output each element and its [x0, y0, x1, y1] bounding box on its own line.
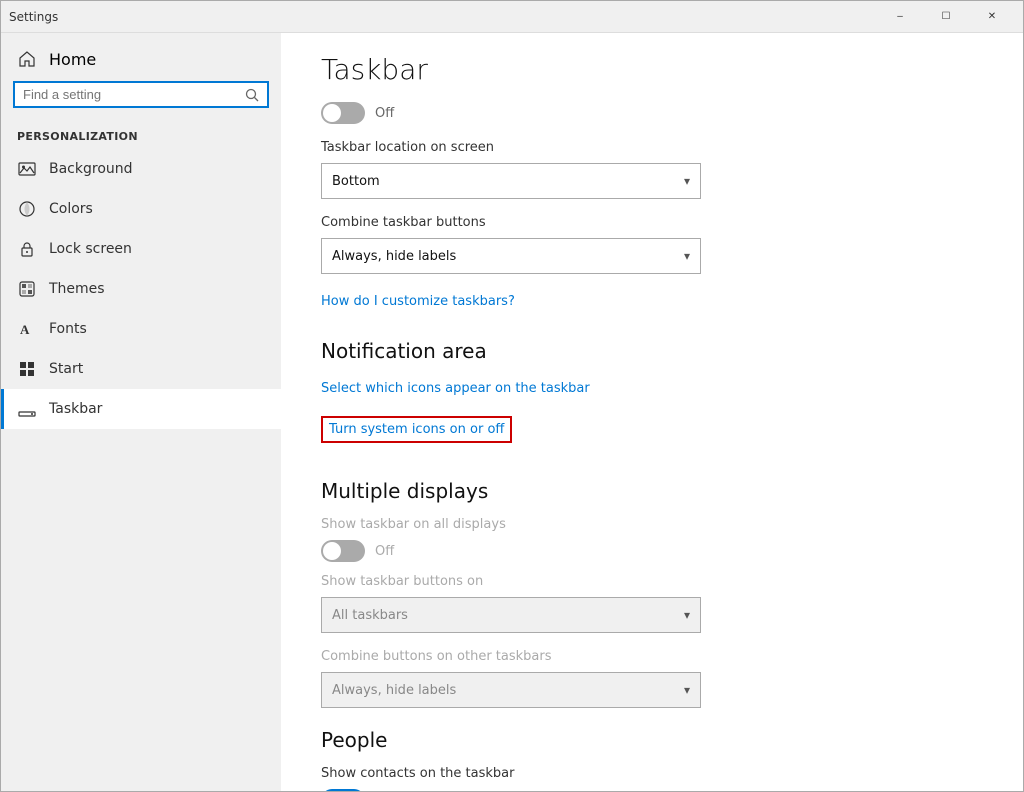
people-heading: People — [321, 728, 983, 752]
sidebar: Home Personalization — [1, 33, 281, 791]
background-label: Background — [49, 161, 133, 177]
taskbar-icon — [17, 399, 37, 419]
lock-icon — [17, 239, 37, 259]
titlebar-title: Settings — [9, 10, 877, 24]
combine-buttons-value: Always, hide labels — [332, 249, 456, 264]
search-icon — [245, 88, 259, 102]
taskbar-label: Taskbar — [49, 401, 102, 417]
home-label: Home — [49, 50, 96, 69]
combine-buttons-label: Combine taskbar buttons — [321, 215, 983, 230]
show-contacts-label: Show contacts on the taskbar — [321, 766, 983, 781]
show-taskbar-buttons-value: All taskbars — [332, 608, 408, 623]
minimize-button[interactable]: – — [877, 1, 923, 33]
notification-area-heading: Notification area — [321, 339, 983, 363]
sidebar-item-lock-screen[interactable]: Lock screen — [1, 229, 281, 269]
sidebar-home[interactable]: Home — [1, 33, 281, 81]
combine-other-value: Always, hide labels — [332, 683, 456, 698]
settings-window: Settings – ☐ ✕ Home — [0, 0, 1024, 792]
show-taskbar-buttons-arrow: ▾ — [684, 608, 690, 622]
sidebar-item-themes[interactable]: Themes — [1, 269, 281, 309]
show-taskbar-buttons-dropdown: All taskbars ▾ — [321, 597, 701, 633]
search-box[interactable] — [13, 81, 269, 108]
combine-other-arrow: ▾ — [684, 683, 690, 697]
top-toggle[interactable] — [321, 102, 365, 124]
top-toggle-knob — [323, 104, 341, 122]
colors-icon — [17, 199, 37, 219]
maximize-button[interactable]: ☐ — [923, 1, 969, 33]
show-taskbar-buttons-label: Show taskbar buttons on — [321, 574, 983, 589]
search-input[interactable] — [23, 87, 239, 102]
fonts-icon: A — [17, 319, 37, 339]
taskbar-location-value: Bottom — [332, 174, 380, 189]
turn-system-icons-link[interactable]: Turn system icons on or off — [321, 416, 512, 443]
content-area: Taskbar Off Taskbar location on screen B… — [281, 33, 1023, 791]
home-icon — [17, 49, 37, 69]
taskbar-location-label: Taskbar location on screen — [321, 140, 983, 155]
page-title: Taskbar — [321, 53, 983, 86]
show-taskbar-all-knob — [323, 542, 341, 560]
fonts-label: Fonts — [49, 321, 87, 337]
show-taskbar-all-toggle[interactable] — [321, 540, 365, 562]
themes-icon — [17, 279, 37, 299]
sidebar-item-background[interactable]: Background — [1, 149, 281, 189]
main-layout: Home Personalization — [1, 33, 1023, 791]
combine-other-label: Combine buttons on other taskbars — [321, 649, 983, 664]
colors-label: Colors — [49, 201, 93, 217]
taskbar-location-arrow: ▾ — [684, 174, 690, 188]
combine-other-dropdown: Always, hide labels ▾ — [321, 672, 701, 708]
show-taskbar-all-toggle-label: Off — [375, 544, 394, 559]
lock-screen-label: Lock screen — [49, 241, 132, 257]
sidebar-item-colors[interactable]: Colors — [1, 189, 281, 229]
titlebar: Settings – ☐ ✕ — [1, 1, 1023, 33]
sidebar-section-label: Personalization — [1, 120, 281, 149]
show-taskbar-all-toggle-row: Off — [321, 540, 983, 562]
customize-link[interactable]: How do I customize taskbars? — [321, 294, 515, 309]
combine-buttons-arrow: ▾ — [684, 249, 690, 263]
start-icon — [17, 359, 37, 379]
sidebar-item-start[interactable]: Start — [1, 349, 281, 389]
titlebar-controls: – ☐ ✕ — [877, 1, 1015, 33]
svg-text:A: A — [20, 322, 30, 337]
show-taskbar-all-label: Show taskbar on all displays — [321, 517, 983, 532]
close-button[interactable]: ✕ — [969, 1, 1015, 33]
show-contacts-toggle[interactable] — [321, 789, 365, 791]
taskbar-location-dropdown[interactable]: Bottom ▾ — [321, 163, 701, 199]
background-icon — [17, 159, 37, 179]
start-label: Start — [49, 361, 83, 377]
sidebar-item-fonts[interactable]: A Fonts — [1, 309, 281, 349]
sidebar-item-taskbar[interactable]: Taskbar — [1, 389, 281, 429]
select-icons-link[interactable]: Select which icons appear on the taskbar — [321, 381, 590, 396]
combine-buttons-dropdown[interactable]: Always, hide labels ▾ — [321, 238, 701, 274]
multiple-displays-heading: Multiple displays — [321, 479, 983, 503]
top-toggle-row: Off — [321, 102, 983, 124]
show-contacts-toggle-row: On — [321, 789, 983, 791]
top-toggle-label: Off — [375, 106, 394, 121]
themes-label: Themes — [49, 281, 105, 297]
